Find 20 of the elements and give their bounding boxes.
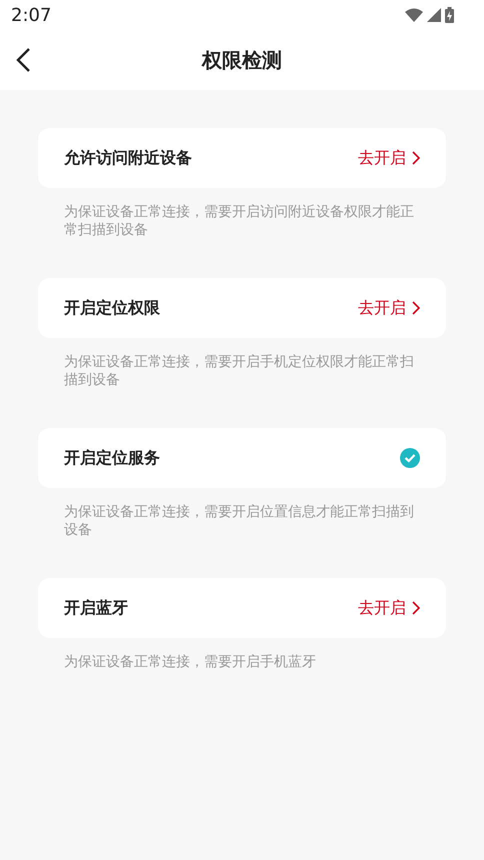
- permission-label: 开启蓝牙: [64, 598, 128, 618]
- permission-label: 开启定位服务: [64, 448, 160, 468]
- permission-label: 允许访问附近设备: [64, 148, 192, 168]
- permission-description: 为保证设备正常连接，需要开启位置信息才能正常扫描到设备: [64, 503, 414, 539]
- enable-link[interactable]: 去开启: [358, 598, 420, 618]
- permission-description: 为保证设备正常连接，需要开启访问附近设备权限才能正常扫描到设备: [64, 203, 414, 239]
- status-time: 2:07: [11, 4, 52, 26]
- enable-link[interactable]: 去开启: [358, 298, 420, 318]
- chevron-icon: [412, 301, 420, 315]
- back-icon[interactable]: [14, 47, 32, 73]
- chevron-icon: [412, 151, 420, 165]
- chevron-icon: [412, 601, 420, 615]
- battery-icon: [445, 7, 454, 23]
- page-title: 权限检测: [202, 46, 282, 74]
- permission-description: 为保证设备正常连接，需要开启手机定位权限才能正常扫描到设备: [64, 353, 414, 389]
- enable-link[interactable]: 去开启: [358, 148, 420, 168]
- wifi-icon: [405, 8, 423, 22]
- permission-label: 开启定位权限: [64, 298, 160, 318]
- signal-icon: [427, 8, 441, 22]
- permission-description: 为保证设备正常连接，需要开启手机蓝牙: [64, 653, 317, 672]
